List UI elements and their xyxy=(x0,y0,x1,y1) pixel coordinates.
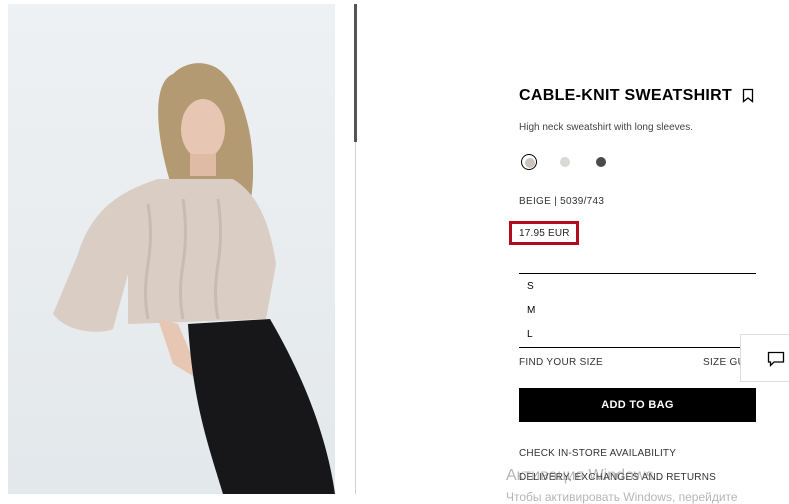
size-option-l[interactable]: L xyxy=(527,329,533,340)
windows-activation-subtext: Чтобы активировать Windows, перейдите xyxy=(506,490,738,504)
bookmark-icon[interactable] xyxy=(742,88,754,103)
product-image[interactable] xyxy=(8,4,335,494)
sizes-bottom-divider xyxy=(519,347,756,348)
windows-activation-watermark: Активация Windows xyxy=(506,467,654,484)
color-reference: BEIGE | 5039/743 xyxy=(519,196,605,207)
chat-button[interactable] xyxy=(740,334,789,382)
size-guide-link[interactable]: SIZE GUIDE xyxy=(703,357,741,368)
model-illustration xyxy=(53,63,335,494)
check-store-availability-link[interactable]: CHECK IN-STORE AVAILABILITY xyxy=(519,448,676,459)
add-to-bag-button[interactable]: ADD TO BAG xyxy=(519,388,756,422)
product-price: 17.95 EUR xyxy=(519,228,570,239)
sizes-top-divider xyxy=(519,273,756,274)
find-your-size-link[interactable]: FIND YOUR SIZE xyxy=(519,357,603,368)
scrollbar-thumb[interactable] xyxy=(354,4,357,142)
color-swatch-light-grey[interactable] xyxy=(557,154,573,170)
product-title: CABLE-KNIT SWEATSHIRT xyxy=(519,87,733,104)
product-description: High neck sweatshirt with long sleeves. xyxy=(519,122,693,133)
size-option-s[interactable]: S xyxy=(527,281,534,292)
color-swatch-beige[interactable] xyxy=(521,154,537,170)
color-swatch-dark-grey[interactable] xyxy=(593,154,609,170)
size-option-m[interactable]: M xyxy=(527,305,535,316)
chat-icon xyxy=(767,351,785,367)
